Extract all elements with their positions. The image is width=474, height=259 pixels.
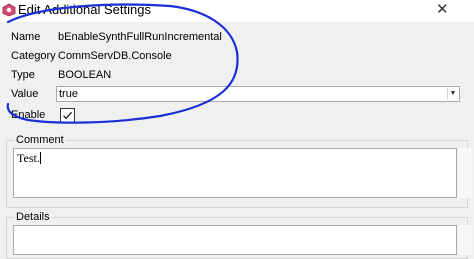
comment-scrollbar[interactable]: [458, 148, 472, 198]
name-label: Name: [11, 31, 41, 43]
chevron-down-icon[interactable]: ▼: [447, 88, 458, 100]
value-dropdown[interactable]: true ▼: [56, 86, 460, 102]
text-cursor: [39, 152, 41, 164]
value-label: Value: [11, 88, 39, 100]
comment-group-label: Comment: [14, 134, 66, 146]
comment-textarea[interactable]: Test.: [13, 148, 457, 198]
checkmark-icon: [63, 111, 72, 120]
close-icon[interactable]: ✕: [436, 2, 449, 18]
category-value: CommServDB.Console: [58, 50, 172, 62]
category-label: Category: [11, 50, 56, 62]
value-dropdown-selected: true: [59, 88, 78, 100]
window-title: Edit Additional Settings: [18, 2, 151, 17]
details-textarea[interactable]: [13, 225, 457, 255]
enable-checkbox[interactable]: [60, 108, 75, 123]
name-value: bEnableSynthFullRunIncremental: [58, 31, 222, 43]
enable-label: Enable: [11, 109, 46, 121]
type-label: Type: [11, 69, 35, 81]
title-bar: Edit Additional Settings ✕: [0, 0, 474, 22]
type-value: BOOLEAN: [58, 69, 112, 81]
details-group-label: Details: [14, 211, 52, 223]
comment-text: Test.: [17, 151, 40, 165]
details-scrollbar[interactable]: [458, 225, 472, 255]
app-icon: [2, 3, 16, 17]
